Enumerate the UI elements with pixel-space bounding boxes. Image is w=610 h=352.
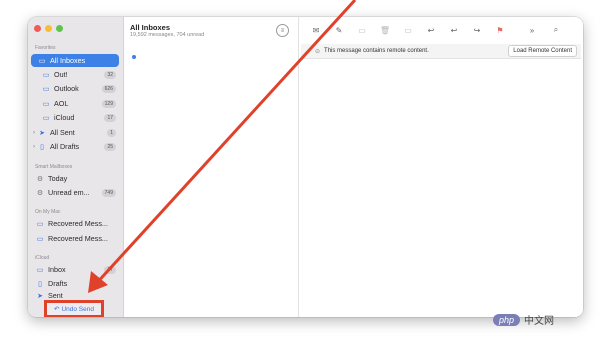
php-logo: php bbox=[493, 313, 521, 326]
arrow-shaft bbox=[92, 0, 357, 288]
annotation-arrow bbox=[88, 0, 357, 293]
watermark-text: 中文网 bbox=[524, 316, 555, 327]
php-watermark: php 中文网 bbox=[493, 312, 554, 327]
